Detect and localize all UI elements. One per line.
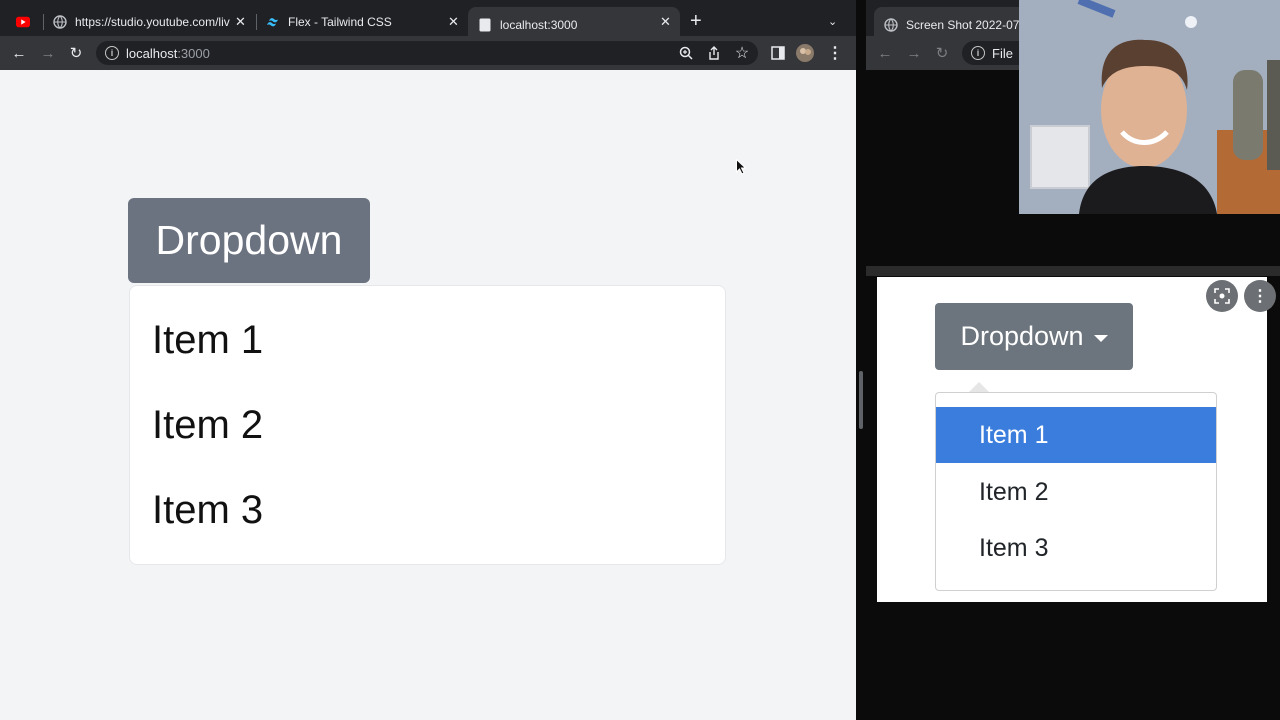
reload-button[interactable]: ↻ <box>66 43 86 63</box>
tab-label: Flex - Tailwind CSS <box>288 14 392 29</box>
tab-label: https://studio.youtube.com/live <box>75 14 230 29</box>
resize-handle[interactable] <box>859 371 863 429</box>
forward-button[interactable]: → <box>904 43 924 63</box>
back-button[interactable]: ← <box>9 43 29 63</box>
bookmark-star-icon[interactable]: ☆ <box>733 44 751 62</box>
reference-item: Item 3 <box>979 533 1049 562</box>
dropdown-menu: Item 1 Item 2 Item 3 <box>129 285 726 565</box>
address-text: File <box>992 46 1013 61</box>
lens-search-icon[interactable] <box>1206 280 1238 312</box>
info-icon[interactable]: i <box>105 46 119 60</box>
tab-youtube-pinned[interactable] <box>16 7 36 36</box>
reference-dropdown-button: Dropdown <box>935 303 1133 370</box>
address-bar[interactable]: i localhost:3000 <box>96 41 758 65</box>
tab-label: localhost:3000 <box>500 17 578 32</box>
reload-icon: ↻ <box>935 45 949 62</box>
webcam-overlay <box>1019 0 1280 214</box>
youtube-icon <box>16 15 30 29</box>
tab-label: Screen Shot 2022-07- <box>906 17 1024 32</box>
page-viewport: Dropdown Item 1 Item 2 Item 3 <box>0 70 856 720</box>
arrow-right-icon: → <box>906 44 922 62</box>
url-port: :3000 <box>177 46 210 61</box>
close-tab-icon[interactable]: ✕ <box>660 14 671 30</box>
dropdown-item[interactable]: Item 2 <box>152 403 263 448</box>
reference-item-active: Item 1 <box>936 407 1216 463</box>
tab-tailwind-flex[interactable]: Flex - Tailwind CSS ✕ <box>266 7 466 36</box>
globe-icon <box>53 14 67 29</box>
left-browser-window: https://studio.youtube.com/live ✕ Flex -… <box>0 0 856 720</box>
reference-dropdown-menu: Item 1 Item 2 Item 3 <box>935 392 1217 591</box>
more-menu-icon[interactable]: ⋮ <box>826 44 844 62</box>
dropdown-button[interactable]: Dropdown <box>128 198 370 283</box>
close-tab-icon[interactable]: ✕ <box>448 14 459 30</box>
reload-button[interactable]: ↻ <box>932 43 952 63</box>
more-options-icon[interactable]: ⋮ <box>1244 280 1276 312</box>
chevron-down-icon: ⌄ <box>828 16 838 28</box>
tab-separator <box>256 14 257 30</box>
menu-pointer <box>969 382 989 392</box>
plus-icon: + <box>690 10 702 32</box>
tab-separator <box>43 14 44 30</box>
tailwind-icon <box>266 15 280 29</box>
side-panel-icon[interactable] <box>769 44 787 62</box>
close-tab-icon[interactable]: ✕ <box>235 14 246 30</box>
reference-screenshot: Dropdown Item 1 Item 2 Item 3 ⋮ <box>877 277 1276 602</box>
tab-search-button[interactable]: ⌄ <box>828 7 844 36</box>
reference-dropdown-label: Dropdown <box>960 321 1084 351</box>
share-icon[interactable] <box>705 44 723 62</box>
globe-icon <box>884 17 898 32</box>
dropdown-item[interactable]: Item 3 <box>152 488 263 533</box>
mouse-cursor <box>736 158 747 180</box>
reload-icon: ↻ <box>69 45 83 62</box>
profile-avatar[interactable] <box>796 44 814 62</box>
viewer-band <box>866 266 1280 276</box>
tab-studio-youtube[interactable]: https://studio.youtube.com/live ✕ <box>53 7 253 36</box>
split-divider[interactable] <box>856 0 866 720</box>
caret-down-icon <box>1093 334 1108 342</box>
new-tab-button[interactable]: + <box>690 7 710 36</box>
url-host: localhost <box>126 46 178 61</box>
forward-button[interactable]: → <box>38 43 58 63</box>
reference-item: Item 2 <box>979 477 1049 506</box>
page-icon <box>478 18 492 32</box>
info-icon[interactable]: i <box>971 46 985 60</box>
zoom-icon[interactable] <box>677 44 695 62</box>
back-button[interactable]: ← <box>875 43 895 63</box>
dropdown-item[interactable]: Item 1 <box>152 318 263 363</box>
arrow-left-icon: ← <box>877 44 893 62</box>
address-url: localhost:3000 <box>126 46 210 61</box>
browser-toolbar: ← → ↻ i localhost:3000 ☆ ⋮ <box>0 36 856 70</box>
arrow-right-icon: → <box>40 44 56 62</box>
arrow-left-icon: ← <box>11 44 27 62</box>
